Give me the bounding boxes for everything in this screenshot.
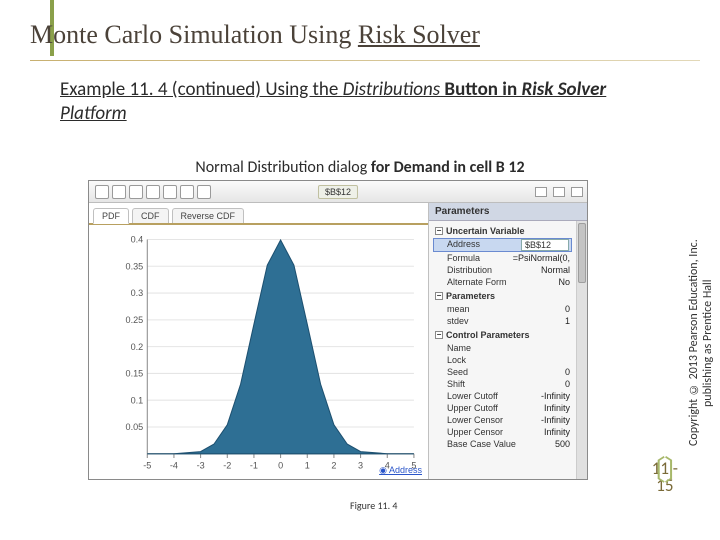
param-seed[interactable]: Seed0: [433, 366, 572, 378]
param-lower-censor[interactable]: Lower Censor-Infinity: [433, 414, 572, 426]
group-control-parameters[interactable]: −Control Parameters: [433, 327, 572, 342]
dialog-description: Normal Distribution dialog for Demand in…: [0, 158, 720, 177]
svg-text:0.15: 0.15: [126, 368, 144, 378]
param-lock[interactable]: Lock: [433, 354, 572, 366]
address-link[interactable]: ◉ Address: [379, 465, 422, 476]
svg-text:-1: -1: [250, 460, 258, 470]
svg-text:-4: -4: [170, 460, 178, 470]
toolbar-icon[interactable]: [163, 185, 177, 199]
maximize-icon[interactable]: [553, 187, 565, 197]
cell-reference-label: $B$12: [318, 185, 358, 199]
tab-reverse-cdf[interactable]: Reverse CDF: [172, 208, 245, 223]
param-formula: Formula=PsiNormal(0,: [433, 252, 572, 264]
page-number-badge: 〔 11 - 15 〕: [652, 460, 678, 494]
parameters-pane: Parameters −Uncertain Variable Address$B…: [429, 203, 587, 479]
svg-text:-2: -2: [223, 460, 231, 470]
param-mean[interactable]: mean0: [433, 303, 572, 315]
toolbar-icon[interactable]: [197, 185, 211, 199]
svg-text:0.4: 0.4: [131, 234, 144, 244]
address-input[interactable]: $B$12: [521, 239, 569, 251]
dialog-desc-a: Normal Distribution dialog: [195, 158, 367, 177]
dialog-screenshot: $B$12 PDF CDF Reverse CDF 0.05 0.1 0.15 0.2…: [88, 180, 588, 480]
dialog-desc-b: for: [367, 158, 393, 177]
svg-text:0.25: 0.25: [126, 315, 144, 325]
svg-text:1: 1: [305, 460, 310, 470]
dialog-desc-d: in cell B 12: [450, 158, 525, 177]
svg-text:2: 2: [331, 460, 336, 470]
minimize-icon[interactable]: [535, 187, 547, 197]
example-text-a: Example 11. 4 (continued) Using the: [60, 78, 343, 101]
slide-title-plain: Monte Carlo Simulation Using: [30, 20, 358, 49]
param-shift[interactable]: Shift0: [433, 378, 572, 390]
scrollbar-thumb[interactable]: [578, 223, 586, 283]
group-uncertain-variable[interactable]: −Uncertain Variable: [433, 223, 572, 238]
svg-text:0.1: 0.1: [131, 395, 144, 405]
slide-title: Monte Carlo Simulation Using Risk Solver: [30, 20, 480, 50]
group-parameters[interactable]: −Parameters: [433, 288, 572, 303]
slide-title-underline: Risk Solver: [358, 20, 480, 49]
chart-pane: PDF CDF Reverse CDF 0.050.10.150.20.250.…: [89, 203, 429, 479]
param-upper-censor[interactable]: Upper CensorInfinity: [433, 426, 572, 438]
param-upper-cutoff[interactable]: Upper CutoffInfinity: [433, 402, 572, 414]
example-text-b: Distributions: [343, 78, 441, 101]
title-divider: [30, 60, 700, 61]
svg-text:0.05: 0.05: [126, 422, 144, 432]
scrollbar[interactable]: [576, 221, 587, 479]
pdf-chart: 0.05 0.1 0.15 0.2 0.25 0.3 0.35 0.4 -5 -4 -3 -2 -1 0 1…: [89, 225, 428, 479]
svg-text:0.35: 0.35: [126, 261, 144, 271]
toolbar-icon[interactable]: [180, 185, 194, 199]
tab-cdf[interactable]: CDF: [132, 208, 169, 223]
parameters-header: Parameters: [429, 203, 587, 221]
param-base-case[interactable]: Base Case Value500: [433, 438, 572, 450]
toolbar-icon[interactable]: [146, 185, 160, 199]
tab-pdf[interactable]: PDF: [93, 208, 129, 224]
dialog-desc-c: Demand: [394, 158, 450, 177]
svg-text:-5: -5: [143, 460, 151, 470]
collapse-icon[interactable]: −: [435, 331, 443, 339]
toolbar-icon[interactable]: [129, 185, 143, 199]
param-stdev[interactable]: stdev1: [433, 315, 572, 327]
close-icon[interactable]: [571, 187, 583, 197]
figure-caption: Figure 11. 4: [350, 499, 397, 512]
example-heading: Example 11. 4 (continued) Using the Dist…: [60, 78, 660, 126]
bracket-right-icon: 〕: [664, 457, 692, 485]
example-text-c: Button in: [440, 78, 521, 101]
toolbar-icon[interactable]: [112, 185, 126, 199]
example-text-line2: Platform: [60, 102, 127, 125]
dialog-toolbar: $B$12: [89, 181, 587, 203]
toolbar-icon[interactable]: [95, 185, 109, 199]
param-distribution: DistributionNormal: [433, 264, 572, 276]
collapse-icon[interactable]: −: [435, 292, 443, 300]
svg-text:3: 3: [358, 460, 363, 470]
collapse-icon[interactable]: −: [435, 227, 443, 235]
param-lower-cutoff[interactable]: Lower Cutoff-Infinity: [433, 390, 572, 402]
svg-text:-3: -3: [197, 460, 205, 470]
param-address[interactable]: Address$B$12: [433, 238, 572, 252]
copyright-text: Copyright © 2013 Pearson Education, Inc.…: [688, 218, 716, 468]
svg-text:0.3: 0.3: [131, 288, 144, 298]
param-name[interactable]: Name: [433, 342, 572, 354]
chart-tabs: PDF CDF Reverse CDF: [89, 203, 428, 225]
svg-text:0: 0: [278, 460, 283, 470]
bracket-left-icon: 〔: [638, 457, 666, 485]
example-text-d: Risk Solver: [521, 78, 606, 101]
param-alternate-form: Alternate FormNo: [433, 276, 572, 288]
svg-text:0.2: 0.2: [131, 342, 144, 352]
